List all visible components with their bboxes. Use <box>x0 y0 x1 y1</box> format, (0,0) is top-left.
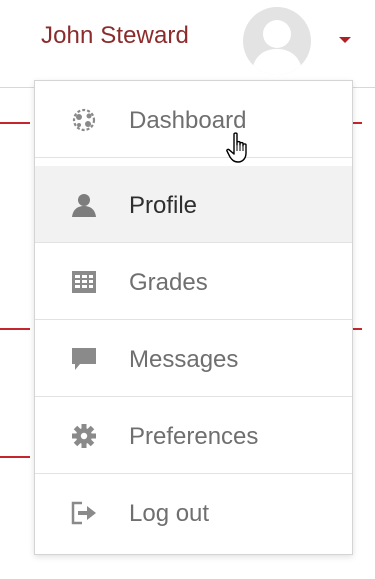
dashboard-icon <box>71 108 97 132</box>
menu-item-profile[interactable]: Profile <box>35 166 352 243</box>
menu-item-messages[interactable]: Messages <box>35 320 352 397</box>
user-avatar-icon <box>251 20 303 75</box>
menu-item-label: Profile <box>129 192 198 219</box>
page-accent-line <box>0 122 30 124</box>
menu-item-label: Log out <box>129 500 210 527</box>
menu-item-label: Messages <box>129 346 239 373</box>
menu-item-preferences[interactable]: Preferences <box>35 397 352 474</box>
page-accent-line <box>0 328 30 330</box>
menu-item-label: Grades <box>129 269 208 296</box>
page-accent-line <box>0 456 30 458</box>
sign-out-icon <box>71 501 97 525</box>
user-menu-header: John Steward <box>0 0 375 80</box>
chevron-down-icon[interactable] <box>339 37 351 43</box>
menu-item-label: Preferences <box>129 423 259 450</box>
hand-cursor-icon <box>226 132 247 163</box>
menu-item-dashboard[interactable]: Dashboard <box>35 81 352 158</box>
grades-table-icon <box>71 270 97 294</box>
message-bubble-icon <box>71 347 97 371</box>
menu-item-label: Dashboard <box>129 107 247 134</box>
user-icon <box>71 193 97 217</box>
user-name[interactable]: John Steward <box>41 22 189 50</box>
page-accent-line <box>352 122 362 124</box>
page-accent-line <box>352 328 362 330</box>
user-dropdown-menu: Dashboard Profile Grades Messages Prefer… <box>34 80 353 555</box>
avatar[interactable] <box>243 7 311 75</box>
gear-icon <box>71 424 97 448</box>
menu-item-grades[interactable]: Grades <box>35 243 352 320</box>
menu-item-log-out[interactable]: Log out <box>35 474 352 551</box>
